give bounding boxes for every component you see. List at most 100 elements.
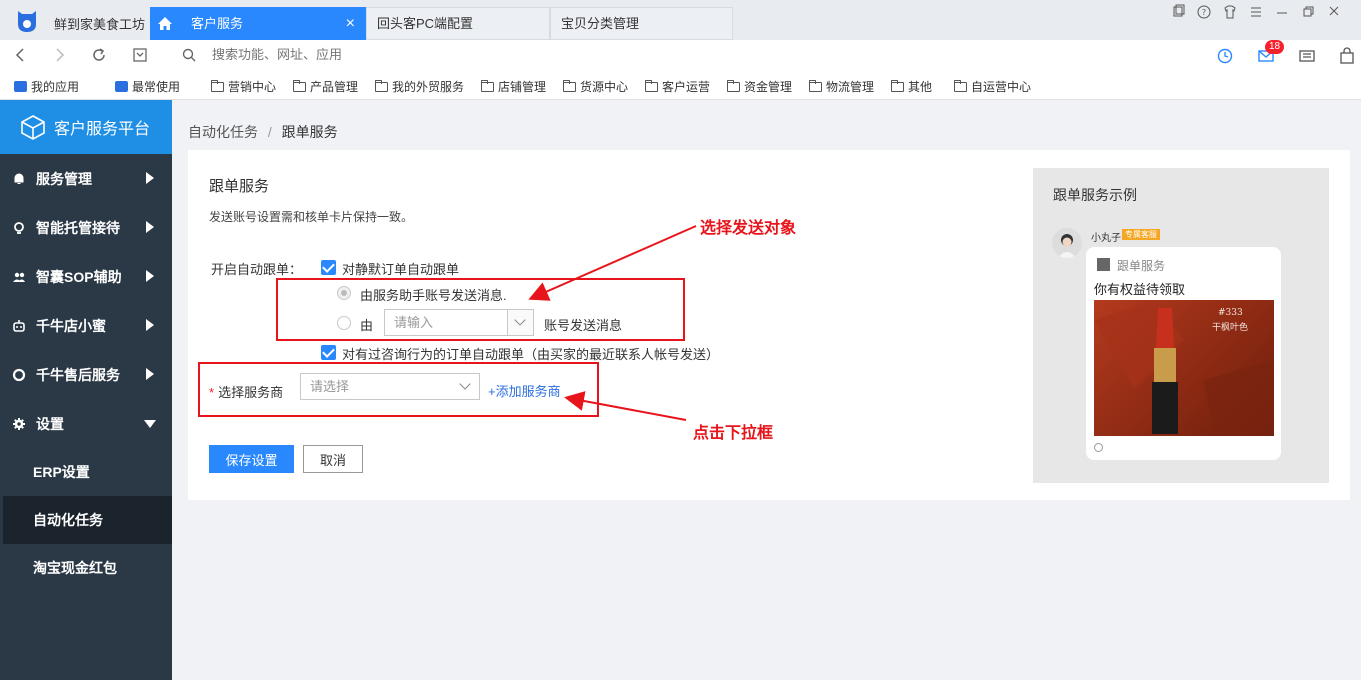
chevron-right-icon xyxy=(146,319,154,331)
cancel-button[interactable]: 取消 xyxy=(303,445,363,473)
folder-icon xyxy=(809,79,822,92)
folder-icon xyxy=(891,79,904,92)
bookmark-products[interactable]: 产品管理 xyxy=(293,78,358,95)
notification-badge: 18 xyxy=(1265,40,1285,54)
annotation-box-provider xyxy=(198,362,599,417)
panel-title: 跟单服务 xyxy=(209,178,270,195)
bookmark-logistics[interactable]: 物流管理 xyxy=(809,78,874,95)
back-icon[interactable] xyxy=(12,46,30,64)
consulted-order-checkbox[interactable] xyxy=(321,345,336,360)
address-input[interactable] xyxy=(212,47,612,62)
clock-icon[interactable] xyxy=(1216,47,1234,65)
platform-logo-icon xyxy=(21,115,45,140)
home-icon xyxy=(158,17,172,30)
breadcrumb-parent[interactable]: 自动化任务 xyxy=(188,124,258,140)
search-icon xyxy=(182,48,196,62)
folder-icon xyxy=(375,79,388,92)
help-icon[interactable]: ? xyxy=(1191,4,1217,20)
folder-icon xyxy=(954,79,967,92)
sidebar-item-automation-tasks[interactable]: 自动化任务 xyxy=(3,496,172,544)
box-icon xyxy=(115,81,128,92)
app-logo-icon xyxy=(18,11,36,32)
save-button[interactable]: 保存设置 xyxy=(209,445,294,473)
bookmark-other[interactable]: 其他 xyxy=(891,78,932,95)
card-square-icon xyxy=(1097,258,1110,271)
bulb-icon xyxy=(14,221,24,234)
sidebar: 客户服务平台 服务管理 智能托管接待 智囊SOP辅助 千牛店小蜜 千牛售后服务 … xyxy=(0,100,172,680)
bookmark-frequent[interactable]: 最常使用 xyxy=(115,78,180,95)
bookmark-customer-ops[interactable]: 客户运营 xyxy=(645,78,710,95)
folder-icon xyxy=(293,79,306,92)
auto-follow-label: 开启自动跟单： xyxy=(211,262,303,277)
tab-label: 回头客PC端配置 xyxy=(377,16,474,31)
chevron-right-icon xyxy=(146,221,154,233)
restore-icon[interactable] xyxy=(1295,4,1321,20)
folder-icon xyxy=(563,79,576,92)
refresh-icon[interactable] xyxy=(90,46,108,64)
chevron-right-icon xyxy=(146,368,154,380)
chat-card-headline: 你有权益待领取 xyxy=(1094,282,1186,297)
preview-title: 跟单服务示例 xyxy=(1053,187,1137,203)
tab-close-icon[interactable]: × xyxy=(346,8,355,39)
bookmark-marketing[interactable]: 营销中心 xyxy=(211,78,276,95)
shirt-icon[interactable] xyxy=(1217,4,1243,20)
minimize-icon[interactable] xyxy=(1269,4,1295,20)
sidebar-item-cash-red-packet[interactable]: 淘宝现金红包 xyxy=(0,544,172,592)
menu-icon[interactable] xyxy=(1243,4,1269,20)
silent-order-checkbox[interactable] xyxy=(321,260,336,275)
folder-icon xyxy=(645,79,658,92)
bookmark-page-icon[interactable] xyxy=(131,46,149,64)
copy-icon[interactable] xyxy=(1165,4,1191,20)
breadcrumb: 自动化任务 / 跟单服务 xyxy=(188,122,338,142)
robot-icon xyxy=(13,319,25,332)
sidebar-item-smart-hosting[interactable]: 智能托管接待 xyxy=(0,203,172,252)
sidebar-item-store-assistant[interactable]: 千牛店小蜜 xyxy=(0,301,172,350)
sidebar-item-service-management[interactable]: 服务管理 xyxy=(0,154,172,203)
annotation-box-send-target xyxy=(276,278,685,341)
bookmark-store[interactable]: 店铺管理 xyxy=(481,78,546,95)
box-icon xyxy=(14,81,27,92)
tab-customer-service[interactable]: 客户服务 × xyxy=(180,7,366,40)
image-caption-shade: 干枫叶色 xyxy=(1212,322,1249,332)
chat-card-subtitle: 跟单服务 xyxy=(1117,259,1166,273)
sidebar-item-after-sales[interactable]: 千牛售后服务 xyxy=(0,350,172,399)
card-icon[interactable] xyxy=(1298,47,1316,65)
bell-icon xyxy=(14,173,24,184)
window-controls: ? xyxy=(1165,4,1347,20)
close-icon[interactable] xyxy=(1321,4,1347,20)
breadcrumb-current: 跟单服务 xyxy=(281,124,338,140)
shield-icon xyxy=(12,368,26,381)
home-tab[interactable] xyxy=(150,7,180,40)
sidebar-header[interactable]: 客户服务平台 xyxy=(0,100,172,154)
bookmark-self-ops[interactable]: 自运营中心 xyxy=(954,78,1031,95)
gear-icon xyxy=(13,417,25,430)
tab-label: 客户服务 xyxy=(191,16,244,31)
image-caption-code: #333 xyxy=(1218,308,1243,318)
avatar-person-icon xyxy=(1058,234,1076,258)
breadcrumb-separator: / xyxy=(267,124,272,140)
annotation-click-dropdown: 点击下拉框 xyxy=(693,423,774,442)
chevron-right-icon xyxy=(146,172,154,184)
bookmark-my-apps[interactable]: 我的应用 xyxy=(14,78,79,95)
tab-return-customer-config[interactable]: 回头客PC端配置 xyxy=(366,7,550,40)
sidebar-item-settings[interactable]: 设置 xyxy=(0,399,172,448)
tab-category-management[interactable]: 宝贝分类管理 xyxy=(550,7,733,40)
card-footer-dot-icon xyxy=(1094,443,1103,452)
app-name: 鲜到家美食工坊 xyxy=(54,17,146,32)
bookmark-foreign-trade[interactable]: 我的外贸服务 xyxy=(375,78,464,95)
tab-label: 宝贝分类管理 xyxy=(561,16,640,31)
sidebar-item-erp-settings[interactable]: ERP设置 xyxy=(0,448,172,496)
group-icon xyxy=(13,272,25,282)
folder-icon xyxy=(211,79,224,92)
sidebar-item-sop-assist[interactable]: 智囊SOP辅助 xyxy=(0,252,172,301)
annotation-select-target: 选择发送对象 xyxy=(700,218,797,237)
bookmark-sourcing[interactable]: 货源中心 xyxy=(563,78,628,95)
sidebar-title: 客户服务平台 xyxy=(54,121,151,138)
chevron-down-icon xyxy=(144,420,156,428)
product-image: #333 干枫叶色 xyxy=(1094,300,1274,436)
bookmark-finance[interactable]: 资金管理 xyxy=(727,78,792,95)
svg-text:?: ? xyxy=(1202,8,1206,17)
chevron-right-icon xyxy=(146,270,154,282)
forward-icon[interactable] xyxy=(50,46,68,64)
bag-icon[interactable] xyxy=(1338,47,1356,65)
